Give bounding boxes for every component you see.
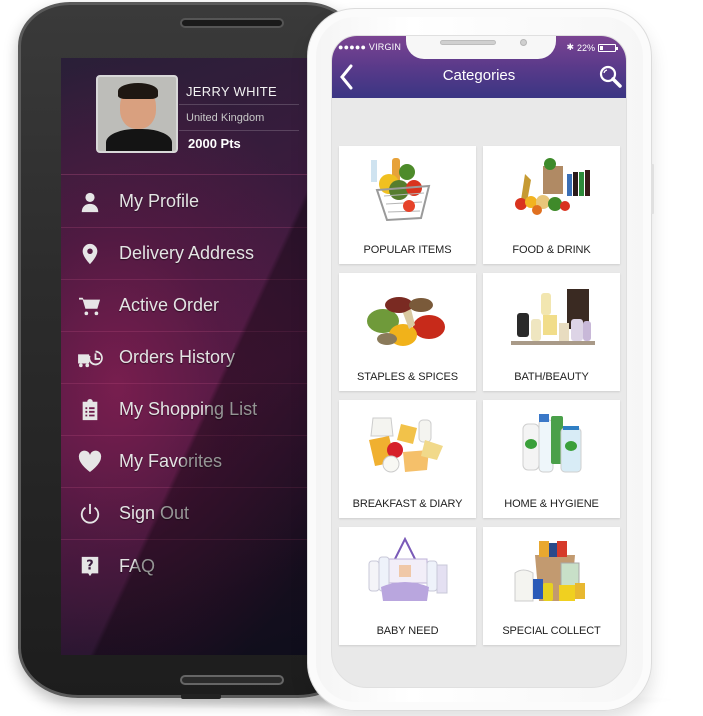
svg-text:?: ? <box>86 559 93 574</box>
menu-item-label: My Profile <box>119 191 200 211</box>
menu-item-label: Delivery Address <box>119 243 255 263</box>
drawer-menu: My Profile Delivery Address Active Order… <box>61 176 341 592</box>
power-icon <box>61 503 119 525</box>
iphone: ●●●●● VIRGIN ✱ 22% Categories POPULAR IT… <box>307 8 654 711</box>
categories-screen: ●●●●● VIRGIN ✱ 22% Categories POPULAR IT… <box>331 35 627 688</box>
profile-divider <box>179 104 299 105</box>
bath-beauty-image <box>511 289 595 345</box>
question-icon: ? <box>61 555 119 577</box>
category-tile-baby-need[interactable]: BABY NEED <box>339 527 476 645</box>
menu-item-label: My Favorites <box>119 451 223 471</box>
category-tile-home-hygiene[interactable]: HOME & HYGIENE <box>483 400 620 518</box>
avatar[interactable] <box>96 75 178 153</box>
profile-name: JERRY WHITE <box>186 84 277 99</box>
profile-points: 2000 Pts <box>188 136 241 151</box>
avatar-shirt <box>106 129 172 151</box>
category-tile-special-collect[interactable]: SPECIAL COLLECT <box>483 527 620 645</box>
category-label: BREAKFAST & DIARY <box>352 498 463 510</box>
menu-item-delivery-address[interactable]: Delivery Address <box>61 228 341 280</box>
menu-item-label: Active Order <box>119 295 220 315</box>
user-icon <box>61 191 119 213</box>
category-tile-food-drink[interactable]: FOOD & DRINK <box>483 146 620 264</box>
battery-fill <box>600 45 603 50</box>
page-title: Categories <box>442 67 516 84</box>
breakfast-dairy-image <box>369 417 443 473</box>
android-top-speaker <box>180 18 284 28</box>
menu-item-label: Sign Out <box>119 503 190 523</box>
category-label: STAPLES & SPICES <box>357 371 458 383</box>
category-tile-staples-spices[interactable]: STAPLES & SPICES <box>339 273 476 391</box>
battery-icon <box>598 43 618 52</box>
spices-image <box>367 297 445 346</box>
avatar-hair <box>118 83 158 99</box>
navigation-drawer: JERRY WHITE United Kingdom 2000 Pts My P… <box>61 58 341 655</box>
menu-item-label: FAQ <box>119 555 156 576</box>
profile-header: JERRY WHITE United Kingdom 2000 Pts <box>61 58 341 175</box>
battery-percent: 22% <box>576 42 595 53</box>
category-label: HOME & HYGIENE <box>504 498 599 510</box>
delivery-history-icon <box>61 347 119 369</box>
heart-icon <box>61 450 119 474</box>
category-label: SPECIAL COLLECT <box>502 625 601 637</box>
category-tile-popular-items[interactable]: POPULAR ITEMS <box>339 146 476 264</box>
menu-item-active-order[interactable]: Active Order <box>61 280 341 332</box>
home-hygiene-image <box>522 414 582 473</box>
category-tile-breakfast-diary[interactable]: BREAKFAST & DIARY <box>339 400 476 518</box>
status-carrier: ●●●●● VIRGIN <box>338 42 402 52</box>
menu-item-my-shopping-list[interactable]: My Shopping List <box>61 384 341 436</box>
category-label: BABY NEED <box>376 625 439 637</box>
status-right: ✱ 22% <box>566 42 618 53</box>
iphone-camera <box>520 39 527 46</box>
category-label: BATH/BEAUTY <box>514 371 589 383</box>
category-tile-bath-beauty[interactable]: BATH/BEAUTY <box>483 273 620 391</box>
iphone-notch <box>406 36 556 59</box>
android-port <box>181 694 221 699</box>
menu-item-label: My Shopping List <box>119 399 258 419</box>
cart-icon <box>61 295 119 317</box>
profile-country: United Kingdom <box>186 112 265 124</box>
android-bottom-speaker <box>180 675 284 685</box>
search-icon <box>599 65 622 88</box>
category-label: FOOD & DRINK <box>512 244 591 256</box>
basket-image <box>371 158 431 222</box>
category-label: POPULAR ITEMS <box>363 244 452 256</box>
menu-item-my-profile[interactable]: My Profile <box>61 176 341 228</box>
category-grid: POPULAR ITEMS FOOD & DRINK STAPLES & SPI… <box>339 146 620 645</box>
menu-item-my-favorites[interactable]: My Favorites <box>61 436 341 488</box>
map-pin-icon <box>61 243 119 265</box>
baby-products-image <box>368 537 448 601</box>
iphone-speaker <box>440 40 496 45</box>
food-drink-image <box>515 158 590 215</box>
search-button[interactable] <box>598 64 622 88</box>
clipboard-list-icon <box>61 398 119 421</box>
menu-item-orders-history[interactable]: Orders History <box>61 332 341 384</box>
iphone-side-button <box>651 164 654 214</box>
menu-item-faq[interactable]: ? FAQ <box>61 540 341 592</box>
grocery-bag-image <box>514 541 585 602</box>
menu-item-label: Orders History <box>119 347 236 367</box>
profile-divider <box>179 130 299 131</box>
menu-item-sign-out[interactable]: Sign Out <box>61 488 341 540</box>
bluetooth-icon: ✱ <box>566 42 574 52</box>
